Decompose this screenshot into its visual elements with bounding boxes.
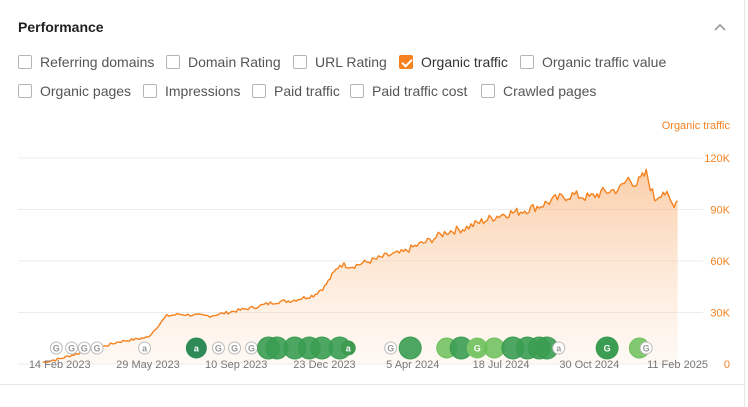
x-tick-label: 11 Feb 2025 (647, 359, 708, 371)
annotation-marker[interactable]: G (639, 341, 653, 355)
filter-label: Organic pages (40, 83, 132, 99)
checkbox[interactable] (252, 84, 266, 98)
x-tick-label: 5 Apr 2024 (386, 359, 439, 371)
annotation-marker[interactable]: G (49, 341, 63, 355)
svg-text:G: G (231, 344, 238, 354)
annotation-marker[interactable] (398, 336, 422, 360)
filter-label: Organic traffic value (542, 54, 667, 70)
filter-label: Domain Rating (188, 54, 281, 70)
filter-url-rating[interactable]: URL Rating (293, 54, 399, 70)
annotation-marker[interactable]: G (211, 341, 225, 355)
x-tick-label: 29 May 2023 (116, 359, 180, 371)
chart-canvas: GGGGaaGGGaGGaGG 14 Feb 2023 29 May 2023 10… (18, 120, 731, 371)
chevron-up-icon[interactable] (712, 20, 728, 36)
annotation-marker[interactable]: G (228, 341, 242, 355)
checkbox-checked[interactable] (399, 55, 413, 69)
svg-text:G: G (604, 344, 611, 354)
y-tick-label: 90K (710, 205, 730, 217)
y-axis-title: Organic traffic (662, 120, 731, 132)
svg-text:G: G (643, 344, 650, 354)
x-tick-label: 30 Oct 2024 (559, 359, 619, 371)
metric-filter-row-2: Organic pages Impressions Paid traffic P… (18, 83, 596, 99)
annotation-marker[interactable]: a (138, 341, 152, 355)
annotation-marker[interactable]: a (552, 341, 566, 355)
annotation-marker[interactable]: G (65, 341, 79, 355)
filter-impressions[interactable]: Impressions (143, 83, 252, 99)
svg-text:G: G (215, 344, 222, 354)
checkbox[interactable] (18, 84, 32, 98)
filter-domain-rating[interactable]: Domain Rating (166, 54, 293, 70)
svg-text:G: G (81, 344, 88, 354)
checkbox[interactable] (520, 55, 534, 69)
y-tick-label: 0 (724, 359, 730, 371)
y-tick-label: 120K (704, 153, 730, 165)
x-tick-label: 23 Dec 2023 (293, 359, 355, 371)
x-tick-label: 18 Jul 2024 (473, 359, 530, 371)
section-divider (0, 384, 745, 385)
checkbox[interactable] (18, 55, 32, 69)
filter-organic-pages[interactable]: Organic pages (18, 83, 143, 99)
filter-label: Referring domains (40, 54, 155, 70)
svg-text:G: G (53, 344, 60, 354)
svg-text:G: G (94, 344, 101, 354)
metric-filter-row-1: Referring domains Domain Rating URL Rati… (18, 54, 666, 70)
annotation-marker[interactable]: G (77, 341, 91, 355)
filter-organic-traffic[interactable]: Organic traffic (399, 54, 520, 70)
annotation-marker[interactable]: a (340, 340, 356, 356)
svg-text:G: G (474, 344, 481, 354)
filter-label: Organic traffic (421, 54, 508, 70)
filter-organic-traffic-value[interactable]: Organic traffic value (520, 54, 666, 70)
next-section-title (18, 400, 178, 407)
annotation-marker[interactable]: G (595, 336, 619, 360)
svg-text:G: G (248, 344, 255, 354)
panel-title: Performance (18, 19, 104, 35)
filter-crawled-pages[interactable]: Crawled pages (481, 83, 596, 99)
x-tick-label: 10 Sep 2023 (205, 359, 267, 371)
checkbox[interactable] (293, 55, 307, 69)
svg-text:G: G (68, 344, 75, 354)
y-tick-label: 60K (710, 256, 730, 268)
chevron-down-icon[interactable] (716, 402, 726, 407)
filter-label: Paid traffic (274, 83, 340, 99)
filter-paid-traffic-cost[interactable]: Paid traffic cost (350, 83, 481, 99)
annotation-marker[interactable]: G (384, 341, 398, 355)
x-tick-label: 14 Feb 2023 (29, 359, 91, 371)
checkbox[interactable] (350, 84, 364, 98)
performance-panel: Performance Referring domains Domain Rat… (0, 0, 745, 407)
checkbox[interactable] (143, 84, 157, 98)
filter-label: Paid traffic cost (372, 83, 468, 99)
checkbox[interactable] (166, 55, 180, 69)
annotation-marker[interactable]: a (185, 337, 207, 359)
organic-traffic-chart[interactable]: GGGGaaGGGaGGaGG 14 Feb 2023 29 May 2023 10… (0, 110, 745, 380)
checkbox[interactable] (481, 84, 495, 98)
filter-referring-domains[interactable]: Referring domains (18, 54, 166, 70)
annotation-marker[interactable] (483, 337, 505, 359)
filter-label: URL Rating (315, 54, 387, 70)
annotation-marker[interactable]: G (90, 341, 104, 355)
svg-text:G: G (387, 344, 394, 354)
filter-label: Impressions (165, 83, 241, 99)
annotation-marker[interactable]: G (245, 341, 259, 355)
y-tick-label: 30K (710, 308, 730, 320)
filter-label: Crawled pages (503, 83, 597, 99)
filter-paid-traffic[interactable]: Paid traffic (252, 83, 350, 99)
